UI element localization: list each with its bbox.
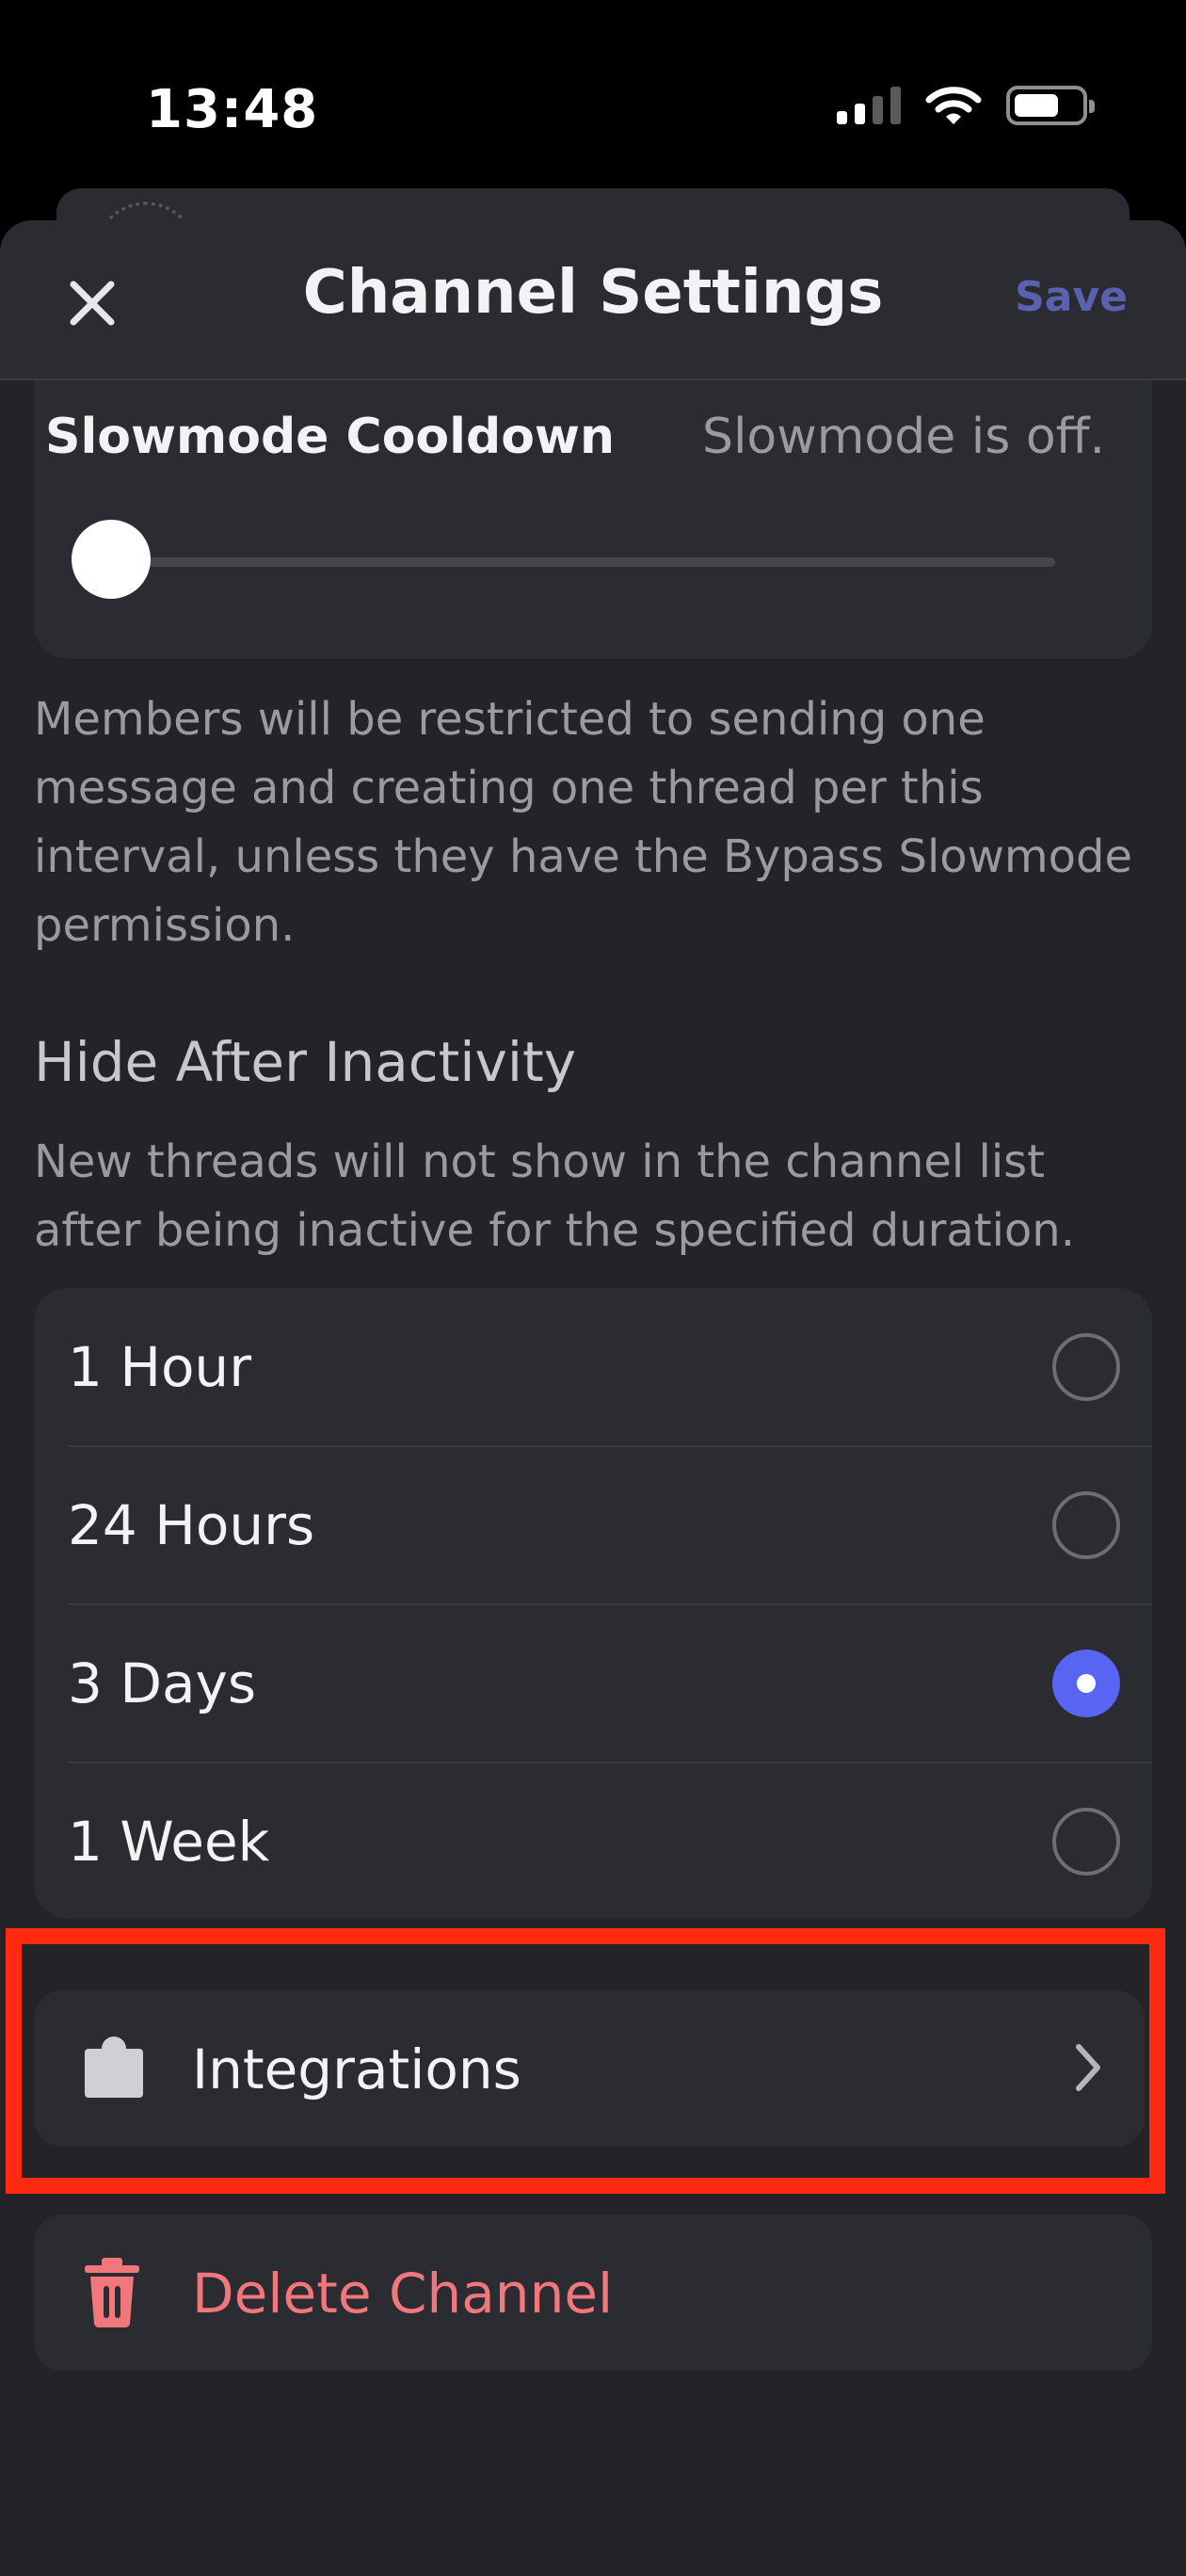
slowmode-help-text: Members will be restricted to sending on…	[34, 693, 1133, 952]
slowmode-slider-thumb[interactable]	[72, 520, 151, 599]
sheet-header: Channel Settings Save	[0, 220, 1186, 380]
hide-after-inactivity-description: New threads will not show in the channel…	[34, 1135, 1075, 1257]
hide-after-inactivity-heading: Hide After Inactivity	[34, 1030, 577, 1094]
slowmode-slider-track[interactable]	[109, 557, 1055, 567]
slowmode-label: Slowmode Cooldown	[45, 409, 615, 465]
option-label: 1 Week	[68, 1810, 270, 1874]
status-icons	[837, 85, 1095, 126]
integrations-button[interactable]: Integrations	[34, 1990, 1145, 2147]
radio-button[interactable]	[1052, 1808, 1120, 1876]
delete-channel-label: Delete Channel	[192, 2262, 614, 2326]
delete-channel-button[interactable]: Delete Channel	[34, 2214, 1152, 2371]
battery-icon	[1006, 86, 1095, 125]
save-button[interactable]: Save	[1015, 273, 1128, 321]
chevron-right-icon	[1076, 2044, 1100, 2091]
radio-button-selected[interactable]	[1052, 1650, 1120, 1717]
status-bar: 13:48	[0, 0, 1186, 217]
option-1-week[interactable]: 1 Week	[34, 1763, 1152, 1919]
option-1-hour[interactable]: 1 Hour	[34, 1288, 1152, 1446]
radio-button[interactable]	[1052, 1333, 1120, 1401]
option-label: 24 Hours	[68, 1493, 315, 1557]
trash-icon	[85, 2258, 139, 2328]
channel-settings-sheet: Channel Settings Save Slowmode Cooldown …	[0, 220, 1186, 2576]
page-title: Channel Settings	[302, 258, 884, 328]
cellular-signal-icon	[837, 87, 901, 124]
option-label: 1 Hour	[68, 1335, 252, 1399]
status-time: 13:48	[146, 79, 319, 140]
slowmode-value: Slowmode is off.	[701, 409, 1105, 465]
radio-button[interactable]	[1052, 1491, 1120, 1559]
option-24-hours[interactable]: 24 Hours	[34, 1446, 1152, 1604]
option-3-days[interactable]: 3 Days	[34, 1604, 1152, 1763]
inactivity-options: 1 Hour 24 Hours 3 Days 1 Week	[34, 1288, 1152, 1919]
option-label: 3 Days	[68, 1651, 257, 1715]
puzzle-icon	[85, 2037, 143, 2098]
slowmode-card	[34, 333, 1152, 659]
wifi-icon	[925, 87, 982, 124]
integrations-label: Integrations	[192, 2037, 521, 2101]
